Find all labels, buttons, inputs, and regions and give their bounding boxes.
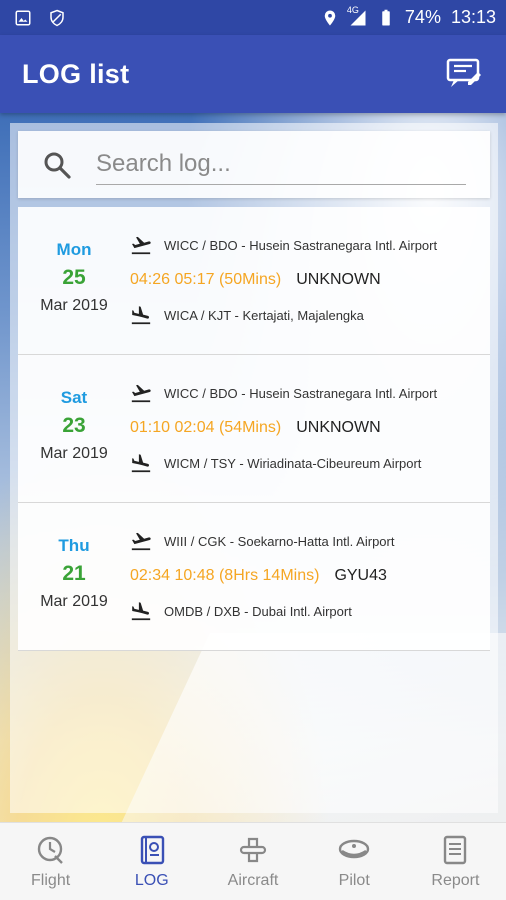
day-of-week: Sat (60, 388, 88, 407)
search-bar (18, 131, 490, 198)
search-icon[interactable] (42, 150, 72, 180)
departure-airport: WIII / CGK - Soekarno-Hatta Intl. Airpor… (164, 533, 395, 549)
arrival-leg: WICA / KJT - Kertajati, Majalengka (130, 304, 364, 326)
block-times: 04:26 05:17 (50Mins) (130, 271, 282, 288)
day-of-week: Mon (56, 240, 92, 259)
log-item[interactable]: Thu 21 Mar 2019 WIII / CGK - Soekarno-Ha… (18, 503, 490, 651)
clock: 13:13 (450, 7, 496, 27)
logbook-icon (140, 835, 164, 864)
nav-flight-label: Flight (31, 871, 71, 889)
departure-airport: WICC / BDO - Husein Sastranegara Intl. A… (164, 237, 438, 253)
nav-pilot-label: Pilot (338, 871, 370, 889)
nav-report[interactable]: Report (405, 823, 506, 900)
takeoff-icon (131, 384, 151, 403)
departure-leg: WIII / CGK - Soekarno-Hatta Intl. Airpor… (130, 530, 394, 552)
flight-times: 02:34 10:48 (8Hrs 14Mins) GYU43 (130, 567, 387, 585)
aircraft-registration: UNKNOWN (296, 419, 381, 436)
aircraft-icon (239, 837, 267, 862)
block-times: 02:34 10:48 (8Hrs 14Mins) (130, 567, 320, 584)
nav-flight[interactable]: Flight (0, 823, 101, 900)
aircraft-registration: GYU43 (334, 567, 387, 584)
log-info: WICC / BDO - Husein Sastranegara Intl. A… (130, 355, 490, 502)
log-info: WIII / CGK - Soekarno-Hatta Intl. Airpor… (130, 503, 490, 650)
log-date: Thu 21 Mar 2019 (18, 503, 130, 650)
nav-aircraft[interactable]: Aircraft (202, 823, 303, 900)
flight-times: 04:26 05:17 (50Mins) UNKNOWN (130, 271, 381, 289)
report-edit-button[interactable] (444, 54, 484, 94)
nav-report-label: Report (431, 871, 480, 889)
arrival-airport: WICA / KJT - Kertajati, Majalengka (164, 307, 364, 323)
nav-log[interactable]: LOG (101, 823, 202, 900)
arrival-airport: OMDB / DXB - Dubai Intl. Airport (164, 603, 352, 619)
month-year: Mar 2019 (40, 445, 108, 462)
month-year: Mar 2019 (40, 297, 108, 314)
log-item[interactable]: Mon 25 Mar 2019 WICC / BDO - Husein Sast… (18, 207, 490, 355)
nav-log-label: LOG (134, 871, 169, 889)
app-bar: LOG list (0, 35, 506, 113)
shield-notification-icon (50, 9, 64, 26)
month-year: Mar 2019 (40, 593, 108, 610)
takeoff-icon (131, 236, 151, 255)
arrival-leg: OMDB / DXB - Dubai Intl. Airport (130, 600, 352, 622)
location-icon (324, 10, 336, 25)
battery-percent: 74% (404, 7, 441, 27)
report-icon (444, 835, 467, 864)
log-info: WICC / BDO - Husein Sastranegara Intl. A… (130, 207, 490, 354)
landing-icon (131, 602, 151, 621)
main-panel: Mon 25 Mar 2019 WICC / BDO - Husein Sast… (10, 123, 498, 813)
aircraft-registration: UNKNOWN (296, 271, 381, 288)
landing-icon (131, 306, 151, 325)
battery-icon (382, 9, 390, 25)
arrival-airport: WICM / TSY - Wiriadinata-Cibeureum Airpo… (164, 455, 422, 471)
status-bar: 4G 74% 13:13 (0, 0, 506, 35)
bottom-navigation: Flight LOG Aircraft Pilot Report (0, 822, 506, 900)
day-number: 25 (62, 266, 86, 289)
nav-pilot[interactable]: Pilot (304, 823, 405, 900)
block-times: 01:10 02:04 (54Mins) (130, 419, 282, 436)
nav-aircraft-label: Aircraft (227, 871, 279, 889)
day-of-week: Thu (58, 536, 90, 555)
report-edit-icon (446, 58, 481, 87)
departure-leg: WICC / BDO - Husein Sastranegara Intl. A… (130, 382, 437, 404)
flight-times: 01:10 02:04 (54Mins) UNKNOWN (130, 419, 381, 437)
log-date: Sat 23 Mar 2019 (18, 355, 130, 502)
image-notification-icon (15, 10, 31, 25)
departure-airport: WICC / BDO - Husein Sastranegara Intl. A… (164, 385, 438, 401)
departure-leg: WICC / BDO - Husein Sastranegara Intl. A… (130, 234, 437, 256)
log-list: Mon 25 Mar 2019 WICC / BDO - Husein Sast… (18, 207, 490, 651)
day-number: 21 (62, 562, 86, 585)
log-item[interactable]: Sat 23 Mar 2019 WICC / BDO - Husein Sast… (18, 355, 490, 503)
log-date: Mon 25 Mar 2019 (18, 207, 130, 354)
takeoff-icon (131, 532, 151, 551)
search-input[interactable] (96, 144, 466, 185)
landing-icon (131, 454, 151, 473)
pilot-cap-icon (339, 839, 370, 858)
arrival-leg: WICM / TSY - Wiriadinata-Cibeureum Airpo… (130, 452, 421, 474)
flight-clock-icon (37, 836, 63, 864)
day-number: 23 (62, 414, 86, 437)
network-type-label: 4G (346, 4, 359, 15)
page-title: LOG list (22, 58, 130, 89)
